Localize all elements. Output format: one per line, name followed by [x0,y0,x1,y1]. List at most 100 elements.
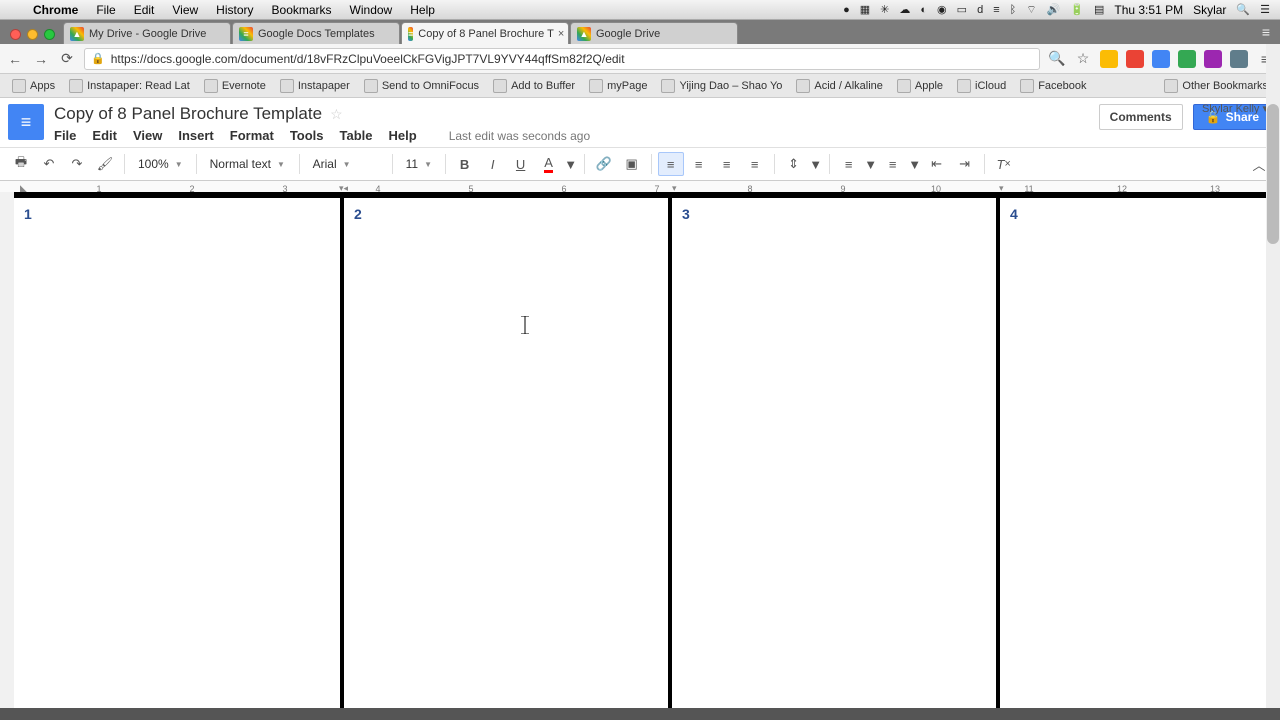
bookmark-item[interactable]: myPage [583,77,653,95]
link-icon[interactable]: 🔗 [591,152,617,176]
tab-close-icon[interactable]: × [554,28,564,40]
docs-logo-icon[interactable]: ≡ [8,104,44,140]
wifi-icon[interactable]: ⌔ [1026,3,1036,17]
battery-icon[interactable]: 🔋 [1070,3,1084,16]
redo-icon[interactable]: ↷ [64,152,90,176]
extension-icon[interactable] [1204,50,1222,68]
mac-menu-file[interactable]: File [87,3,124,17]
flag-icon[interactable]: ▤ [1094,3,1104,16]
bluetooth-icon[interactable]: ᛒ [1010,4,1017,16]
docs-menu-table[interactable]: Table [340,128,373,143]
text-color-menu[interactable]: ▼ [564,152,578,176]
extension-icon[interactable] [1178,50,1196,68]
italic-icon[interactable]: I [480,152,506,176]
bookmark-item[interactable]: Send to OmniFocus [358,77,485,95]
fontsize-select[interactable]: 11▼ [399,152,439,176]
back-button[interactable]: ← [6,51,24,67]
status-icon[interactable]: ◐ [920,4,927,16]
window-zoom-button[interactable] [44,29,55,40]
window-minimize-button[interactable] [27,29,38,40]
doc-title[interactable]: Copy of 8 Panel Brochure Template [54,104,322,124]
notification-icon[interactable]: ☰ [1260,3,1270,16]
print-icon[interactable]: 🖶 [8,152,34,176]
zoom-select[interactable]: 100%▼ [131,152,190,176]
align-center-icon[interactable]: ≡ [686,152,712,176]
brochure-panel-2[interactable]: 2 [344,198,672,708]
bookmark-item[interactable]: iCloud [951,77,1012,95]
docs-menu-format[interactable]: Format [230,128,274,143]
extension-icon[interactable] [1100,50,1118,68]
spotlight-icon[interactable]: 🔍 [1236,3,1250,16]
indent-icon[interactable]: ⇥ [952,152,978,176]
comment-icon[interactable]: ▣ [619,152,645,176]
zoom-icon[interactable]: 🔍 [1048,50,1066,67]
document-canvas[interactable]: 1 2 3 4 [0,192,1280,708]
forward-button[interactable]: → [32,51,50,67]
bullet-list-menu[interactable]: ▼ [908,152,922,176]
bookmark-item[interactable]: Apple [891,77,949,95]
docs-menu-tools[interactable]: Tools [290,128,324,143]
align-left-icon[interactable]: ≡ [658,152,684,176]
status-icon[interactable]: ✳ [880,3,889,16]
mac-menu-help[interactable]: Help [401,3,444,17]
mac-app-name[interactable]: Chrome [24,3,87,17]
docs-menu-insert[interactable]: Insert [178,128,213,143]
brochure-panel-1[interactable]: 1 [14,198,344,708]
browser-tab-active[interactable]: ≡Copy of 8 Panel Brochure T× [401,22,569,44]
bookmark-item[interactable]: Add to Buffer [487,77,581,95]
underline-icon[interactable]: U [508,152,534,176]
comments-button[interactable]: Comments [1099,104,1183,130]
page[interactable]: 1 2 3 4 [14,192,1274,708]
mac-user[interactable]: Skylar [1193,3,1226,17]
mac-menu-bookmarks[interactable]: Bookmarks [263,3,341,17]
brochure-panel-4[interactable]: 4 [1000,198,1274,708]
bookmark-item[interactable]: Acid / Alkaline [790,77,888,95]
docs-menu-edit[interactable]: Edit [92,128,117,143]
star-icon[interactable]: ☆ [330,106,343,123]
bookmark-item[interactable]: Instapaper: Read Lat [63,77,196,95]
status-icon[interactable]: ● [843,4,850,16]
other-bookmarks[interactable]: Other Bookmarks [1158,77,1274,95]
mac-menu-history[interactable]: History [207,3,262,17]
bookmark-item[interactable]: Apps [6,77,61,95]
extension-icon[interactable] [1126,50,1144,68]
scrollbar-thumb[interactable] [1267,104,1279,244]
mac-menu-window[interactable]: Window [341,3,402,17]
align-justify-icon[interactable]: ≡ [742,152,768,176]
outdent-icon[interactable]: ⇤ [924,152,950,176]
status-icon[interactable]: d [977,4,983,16]
mac-menu-edit[interactable]: Edit [125,3,164,17]
status-icon[interactable]: ☁ [899,3,910,16]
paint-format-icon[interactable]: 🖌 [92,152,118,176]
status-icon[interactable]: ≡ [993,4,999,16]
style-select[interactable]: Normal text▼ [203,152,293,176]
brochure-panel-3[interactable]: 3 [672,198,1000,708]
docs-menu-view[interactable]: View [133,128,162,143]
browser-tab[interactable]: ▲Google Drive [570,22,738,44]
numbered-list-icon[interactable]: ≡ [836,152,862,176]
font-select[interactable]: Arial▼ [306,152,386,176]
status-icon[interactable]: ◉ [937,3,947,16]
mac-clock[interactable]: Thu 3:51 PM [1114,3,1183,17]
reload-button[interactable]: ⟳ [58,50,76,67]
status-icon[interactable]: ▦ [860,3,870,16]
window-close-button[interactable] [10,29,21,40]
bullet-list-icon[interactable]: ≡ [880,152,906,176]
browser-tab[interactable]: ≡Google Docs Templates [232,22,400,44]
align-right-icon[interactable]: ≡ [714,152,740,176]
account-name[interactable]: Skylar Kelly ▾ [1202,102,1268,115]
bookmark-item[interactable]: Facebook [1014,77,1092,95]
line-spacing-icon[interactable]: ⇕ [781,152,807,176]
extension-icon[interactable] [1152,50,1170,68]
extension-icon[interactable] [1230,50,1248,68]
volume-icon[interactable]: 🔊 [1047,3,1061,16]
status-icon[interactable]: ▭ [957,3,967,16]
docs-menu-file[interactable]: File [54,128,76,143]
bold-icon[interactable]: B [452,152,478,176]
docs-menu-help[interactable]: Help [389,128,417,143]
bookmark-item[interactable]: Yijing Dao – Shao Yo [655,77,788,95]
browser-tab[interactable]: ▲My Drive - Google Drive [63,22,231,44]
bookmark-item[interactable]: Evernote [198,77,272,95]
mac-menu-view[interactable]: View [163,3,207,17]
line-spacing-menu[interactable]: ▼ [809,152,823,176]
